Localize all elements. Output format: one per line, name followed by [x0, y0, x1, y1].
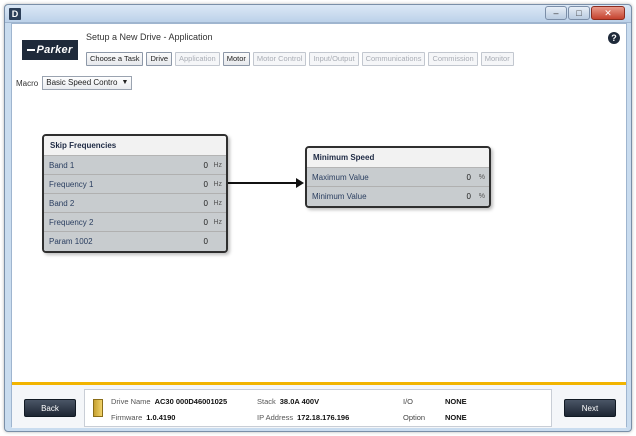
- block-diagram-canvas: Skip Frequencies Band 1 0 Hz Frequency 1 0 Hz…: [12, 94, 626, 384]
- skip-frequencies-rows: Band 1 0 Hz Frequency 1 0 Hz Band 2 0 Hz Frequenc…: [44, 156, 226, 251]
- stack: Stack 38.0A 400V: [257, 397, 320, 406]
- parameter-value: 0: [203, 237, 208, 246]
- parameter-unit: Hz: [213, 199, 222, 207]
- parameter-name: Param 1002: [49, 237, 93, 246]
- parameter-value: 0: [466, 172, 471, 182]
- drive-info-panel: Drive Name AC30 000D46001025 Firmware 1.0.…: [84, 389, 552, 427]
- wizard-step-button[interactable]: Input/Output: [309, 52, 359, 66]
- wizard-step-button[interactable]: Motor: [222, 52, 250, 66]
- parameter-value: 0: [203, 160, 208, 170]
- parameter-unit: Hz: [213, 180, 222, 188]
- parameter-row[interactable]: Maximum Value 0%: [307, 168, 489, 187]
- parameter-unit: %: [478, 193, 485, 200]
- parameter-row[interactable]: Band 1 0 Hz: [44, 156, 226, 175]
- app-icon: D: [9, 8, 21, 20]
- drive-name: Drive Name AC30 000D46001025: [111, 397, 228, 406]
- macro-select[interactable]: Basic Speed Contro ▼: [42, 76, 133, 90]
- title-bar[interactable]: D – □ ✕: [5, 5, 631, 23]
- firmware: Firmware 1.0.4190: [111, 413, 176, 422]
- minimize-button[interactable]: –: [545, 6, 567, 20]
- wizard-steps: Choose a Task Drive Application Motor Motor …: [86, 52, 514, 66]
- wizard-title: Setup a New Drive - Application: [86, 32, 213, 42]
- minimum-speed-block[interactable]: Minimum Speed Maximum Value 0% Minimum Val…: [305, 146, 491, 208]
- parameter-value: 0: [466, 192, 471, 201]
- parameter-name: Maximum Value: [312, 172, 369, 182]
- parameter-name: Frequency 1: [49, 179, 94, 189]
- wizard-step-button[interactable]: Motor Control: [252, 52, 307, 66]
- parameter-row[interactable]: Minimum Value 0%: [307, 187, 489, 206]
- option-value: NONE: [445, 413, 467, 422]
- drive-icon: [93, 399, 103, 417]
- parameter-row[interactable]: Band 2 0 Hz: [44, 194, 226, 213]
- wizard-step-button[interactable]: Choose a Task: [86, 52, 144, 66]
- option-label: Option: [403, 413, 426, 422]
- wizard-footer: Back Drive Name AC30 000D46001025 Firmwar…: [12, 382, 626, 428]
- skip-frequencies-title: Skip Frequencies: [44, 136, 226, 156]
- parameter-name: Minimum Value: [312, 192, 367, 201]
- parameter-row[interactable]: Frequency 1 0 Hz: [44, 175, 226, 194]
- next-button[interactable]: Next: [564, 399, 616, 417]
- skip-frequencies-block[interactable]: Skip Frequencies Band 1 0 Hz Frequency 1 0 Hz…: [42, 134, 228, 253]
- minimum-speed-rows: Maximum Value 0% Minimum Value 0%: [307, 168, 489, 206]
- wizard-step-button[interactable]: Application: [175, 52, 220, 66]
- help-icon[interactable]: ?: [608, 32, 620, 44]
- wizard-header: Parker Setup a New Drive - Application C…: [12, 24, 626, 76]
- io-value: NONE: [445, 397, 467, 406]
- parameter-value: 0: [203, 198, 208, 208]
- ip-address: IP Address 172.18.176.196: [257, 413, 350, 422]
- back-button[interactable]: Back: [24, 399, 76, 417]
- wizard-step-button[interactable]: Communications: [361, 52, 426, 66]
- parker-logo: Parker: [22, 40, 78, 60]
- parameter-name: Band 1: [49, 160, 75, 170]
- macro-selected-value: Basic Speed Contro: [46, 78, 118, 87]
- parameter-name: Band 2: [49, 198, 75, 208]
- minimum-speed-title: Minimum Speed: [307, 148, 489, 168]
- maximize-button[interactable]: □: [568, 6, 590, 20]
- parameter-unit: Hz: [213, 161, 222, 169]
- io-label: I/O: [403, 397, 414, 406]
- parameter-unit: %: [478, 173, 485, 181]
- parameter-name: Frequency 2: [49, 217, 94, 227]
- wizard-step-button[interactable]: Drive: [146, 52, 172, 66]
- wizard-step-button[interactable]: Commission: [428, 52, 478, 66]
- wizard-client-area: Parker Setup a New Drive - Application C…: [11, 23, 627, 428]
- chevron-down-icon: ▼: [121, 79, 129, 86]
- parameter-value: 0: [203, 217, 208, 227]
- macro-label: Macro: [16, 78, 39, 88]
- parameter-value: 0: [203, 179, 208, 189]
- parameter-row[interactable]: Param 1002 0: [44, 232, 226, 251]
- window-controls: – □ ✕: [545, 6, 625, 20]
- app-window: D – □ ✕ Parker Setup a New Drive - Appli…: [4, 4, 632, 432]
- parameter-row[interactable]: Frequency 2 0 Hz: [44, 213, 226, 232]
- wizard-step-button[interactable]: Monitor: [480, 52, 514, 66]
- close-button[interactable]: ✕: [591, 6, 625, 20]
- parameter-unit: Hz: [213, 218, 222, 226]
- macro-row: Macro Basic Speed Contro ▼: [16, 76, 133, 90]
